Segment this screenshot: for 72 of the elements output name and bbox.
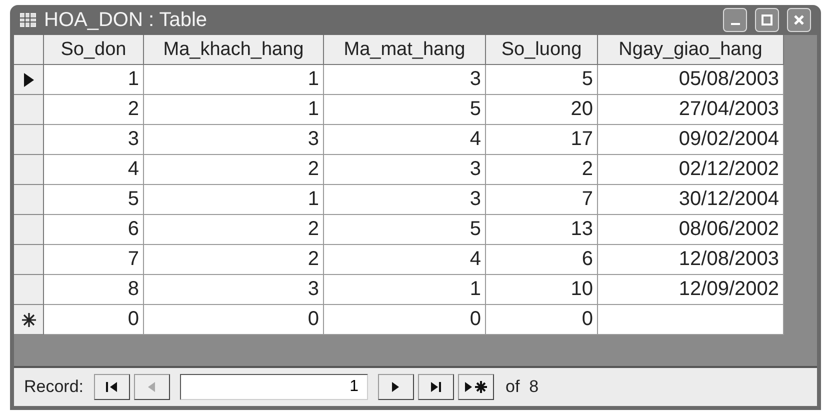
table-cell: 2 bbox=[486, 155, 598, 185]
table-cell: 20 bbox=[486, 95, 598, 125]
table-cell: 5 bbox=[324, 215, 486, 245]
table-cell: 09/02/2004 bbox=[598, 125, 784, 155]
table-cell: 0 bbox=[144, 305, 324, 335]
table-cell: 3 bbox=[324, 65, 486, 95]
current-record-icon bbox=[22, 72, 34, 88]
table-cell: 3 bbox=[144, 275, 324, 305]
minimize-icon bbox=[730, 23, 740, 25]
record-selector[interactable] bbox=[14, 65, 44, 95]
table-cell: 10 bbox=[486, 275, 598, 305]
column-header[interactable]: Ngay_giao_hang bbox=[598, 35, 784, 65]
table-cell: 6 bbox=[486, 245, 598, 275]
column-header[interactable]: So_don bbox=[44, 35, 144, 65]
record-count: of 8 bbox=[506, 377, 539, 397]
column-header[interactable]: Ma_khach_hang bbox=[144, 35, 324, 65]
table-cell: 0 bbox=[324, 305, 486, 335]
table-cell: 5 bbox=[486, 65, 598, 95]
table-cell: 30/12/2004 bbox=[598, 185, 784, 215]
first-record-icon bbox=[104, 380, 119, 394]
table-cell: 3 bbox=[324, 185, 486, 215]
table-cell: 3 bbox=[44, 125, 144, 155]
table-cell: 8 bbox=[44, 275, 144, 305]
table-cell: 12/09/2002 bbox=[598, 275, 784, 305]
minimize-button[interactable] bbox=[723, 8, 747, 32]
first-record-button[interactable] bbox=[94, 374, 130, 400]
select-all-corner[interactable] bbox=[14, 35, 44, 65]
table-cell: 3 bbox=[324, 155, 486, 185]
last-record-button[interactable] bbox=[418, 374, 454, 400]
table-cell: 0 bbox=[44, 305, 144, 335]
table-cell: 7 bbox=[44, 245, 144, 275]
table-cell: 02/12/2002 bbox=[598, 155, 784, 185]
table-cell: 12/08/2003 bbox=[598, 245, 784, 275]
table-cell: 1 bbox=[324, 275, 486, 305]
column-header[interactable]: Ma_mat_hang bbox=[324, 35, 486, 65]
table-cell: 2 bbox=[144, 215, 324, 245]
table-cell: 13 bbox=[486, 215, 598, 245]
table-cell: 27/04/2003 bbox=[598, 95, 784, 125]
table-cell: 1 bbox=[144, 185, 324, 215]
window-title: HOA_DON : Table bbox=[44, 8, 208, 32]
next-record-button[interactable] bbox=[378, 374, 414, 400]
table-cell: 4 bbox=[324, 245, 486, 275]
table-cell: 4 bbox=[324, 125, 486, 155]
record-number-field[interactable]: 1 bbox=[180, 374, 368, 400]
last-record-icon bbox=[428, 380, 443, 394]
maximize-button[interactable] bbox=[755, 8, 779, 32]
table-cell: 2 bbox=[144, 155, 324, 185]
column-header[interactable]: So_luong bbox=[486, 35, 598, 65]
table-cell: 4 bbox=[44, 155, 144, 185]
new-record-icon bbox=[462, 380, 489, 394]
close-icon bbox=[793, 14, 805, 26]
table-cell: 2 bbox=[44, 95, 144, 125]
table-cell: 6 bbox=[44, 215, 144, 245]
close-button[interactable] bbox=[787, 8, 811, 32]
record-label: Record: bbox=[24, 377, 84, 397]
table-cell: 17 bbox=[486, 125, 598, 155]
table-cell: 1 bbox=[144, 65, 324, 95]
new-record-button[interactable] bbox=[458, 374, 494, 400]
table-cell: 3 bbox=[144, 125, 324, 155]
table-cell: 5 bbox=[324, 95, 486, 125]
table-cell: 0 bbox=[486, 305, 598, 335]
new-record-icon bbox=[22, 312, 36, 326]
table-cell: 5 bbox=[44, 185, 144, 215]
record-selector[interactable] bbox=[14, 305, 44, 335]
table-cell: 2 bbox=[144, 245, 324, 275]
table-cell: 08/06/2002 bbox=[598, 215, 784, 245]
table-cell: 1 bbox=[44, 65, 144, 95]
maximize-icon bbox=[761, 14, 773, 26]
table-icon bbox=[20, 13, 36, 27]
table-cell: 05/08/2003 bbox=[598, 65, 784, 95]
table-cell: 1 bbox=[144, 95, 324, 125]
table-cell: 7 bbox=[486, 185, 598, 215]
